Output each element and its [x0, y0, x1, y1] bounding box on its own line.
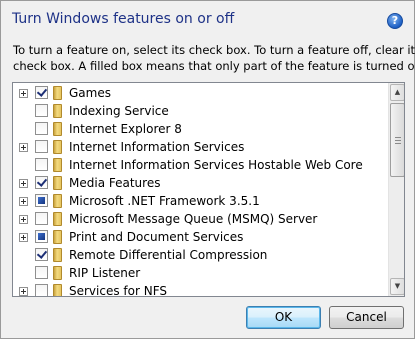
- folder-icon: [53, 248, 62, 262]
- instructions-text: To turn a feature on, select its check b…: [13, 42, 415, 74]
- folder-icon: [53, 230, 62, 244]
- scroll-down-arrow-icon[interactable]: ▼: [390, 278, 404, 295]
- grip-line: [395, 143, 401, 144]
- expand-plus-icon[interactable]: [19, 287, 28, 296]
- feature-checkbox[interactable]: [35, 230, 48, 243]
- grip-line: [395, 140, 401, 141]
- scroll-up-arrow-icon[interactable]: ▲: [390, 84, 404, 101]
- feature-checkbox[interactable]: [35, 284, 48, 296]
- feature-row[interactable]: Internet Information Services Hostable W…: [13, 156, 391, 174]
- expand-plus-icon[interactable]: [19, 197, 28, 206]
- folder-icon: [53, 140, 62, 154]
- folder-icon: [53, 158, 62, 172]
- expand-plus-icon[interactable]: [19, 89, 28, 98]
- folder-icon: [53, 266, 62, 280]
- windows-features-dialog: Turn Windows features on or off ? To tur…: [0, 0, 415, 339]
- scroll-thumb[interactable]: [390, 103, 404, 177]
- folder-icon: [53, 104, 62, 118]
- feature-checkbox[interactable]: [35, 176, 48, 189]
- features-tree[interactable]: Games Indexing Service Internet Explorer 8…: [12, 82, 405, 297]
- feature-row[interactable]: RIP Listener: [13, 264, 391, 282]
- feature-label: Microsoft Message Queue (MSMQ) Server: [69, 212, 318, 226]
- feature-row[interactable]: Indexing Service: [13, 102, 391, 120]
- feature-label: Services for NFS: [69, 284, 168, 297]
- feature-row[interactable]: Microsoft .NET Framework 3.5.1: [13, 192, 391, 210]
- feature-row[interactable]: Internet Explorer 8: [13, 120, 391, 138]
- feature-label: Internet Explorer 8: [69, 122, 182, 136]
- feature-row[interactable]: Microsoft Message Queue (MSMQ) Server: [13, 210, 391, 228]
- feature-label: Indexing Service: [69, 104, 169, 118]
- feature-label: Remote Differential Compression: [69, 248, 268, 262]
- feature-label: Internet Information Services: [69, 140, 245, 154]
- feature-checkbox[interactable]: [35, 86, 48, 99]
- instructions-line-1: To turn a feature on, select its check b…: [13, 43, 415, 57]
- feature-row[interactable]: Media Features: [13, 174, 391, 192]
- help-icon[interactable]: ?: [387, 13, 403, 29]
- feature-checkbox[interactable]: [35, 104, 48, 117]
- feature-label: Internet Information Services Hostable W…: [69, 158, 363, 172]
- folder-icon: [53, 86, 62, 100]
- expand-plus-icon[interactable]: [19, 215, 28, 224]
- expand-plus-icon[interactable]: [19, 143, 28, 152]
- grip-line: [395, 137, 401, 138]
- feature-row[interactable]: Games: [13, 84, 391, 102]
- ok-button[interactable]: OK: [246, 306, 321, 329]
- feature-checkbox[interactable]: [35, 248, 48, 261]
- feature-checkbox[interactable]: [35, 140, 48, 153]
- feature-row[interactable]: Print and Document Services: [13, 228, 391, 246]
- folder-icon: [53, 176, 62, 190]
- feature-checkbox[interactable]: [35, 194, 48, 207]
- folder-icon: [53, 212, 62, 226]
- folder-icon: [53, 284, 62, 296]
- feature-checkbox[interactable]: [35, 122, 48, 135]
- vertical-scrollbar[interactable]: ▲ ▼: [388, 83, 404, 296]
- folder-icon: [53, 122, 62, 136]
- feature-label: Media Features: [69, 176, 161, 190]
- feature-row[interactable]: Internet Information Services: [13, 138, 391, 156]
- expand-plus-icon[interactable]: [19, 179, 28, 188]
- dialog-title: Turn Windows features on or off: [12, 11, 235, 27]
- feature-checkbox[interactable]: [35, 158, 48, 171]
- expand-plus-icon[interactable]: [19, 233, 28, 242]
- feature-row[interactable]: Services for NFS: [13, 282, 391, 297]
- feature-label: Microsoft .NET Framework 3.5.1: [69, 194, 260, 208]
- feature-checkbox[interactable]: [35, 212, 48, 225]
- feature-label: RIP Listener: [69, 266, 141, 280]
- folder-icon: [53, 194, 62, 208]
- feature-label: Print and Document Services: [69, 230, 244, 244]
- cancel-button[interactable]: Cancel: [329, 306, 404, 329]
- feature-checkbox[interactable]: [35, 266, 48, 279]
- feature-row[interactable]: Remote Differential Compression: [13, 246, 391, 264]
- feature-label: Games: [69, 86, 111, 100]
- instructions-line-2: check box. A filled box means that only …: [13, 59, 415, 73]
